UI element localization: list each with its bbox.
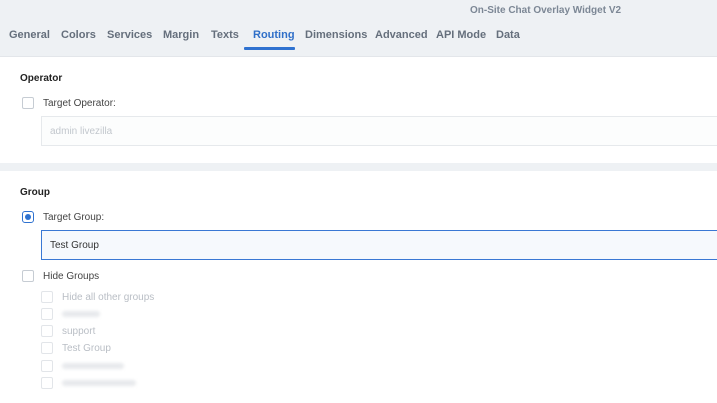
top-bar: On-Site Chat Overlay Widget V2 General C… [0,0,717,57]
group-option-row [41,308,100,320]
target-group-field[interactable]: Test Group [41,230,717,260]
tab-texts[interactable]: Texts [211,25,239,49]
target-operator-field[interactable]: admin livezilla [41,116,717,146]
section-separator [0,163,717,171]
active-tab-indicator [244,47,295,50]
redacted-group-label [62,363,124,369]
target-group-label: Target Group: [43,211,105,223]
hide-groups-row: Hide Groups [22,270,99,282]
group-option-checkbox[interactable] [41,308,53,320]
hide-groups-label: Hide Groups [43,270,100,282]
group-option-label: support [62,325,96,337]
checked-dot-icon [25,214,31,220]
hide-groups-checkbox[interactable] [22,270,34,282]
tab-advanced[interactable]: Advanced [375,25,428,49]
group-option-checkbox[interactable] [41,342,53,354]
tab-data[interactable]: Data [496,25,520,49]
tab-routing[interactable]: Routing [253,25,295,49]
group-option-checkbox[interactable] [41,325,53,337]
target-group-row: Target Group: [22,211,104,223]
group-option-label: Hide all other groups [62,291,155,303]
redacted-group-label [62,311,100,317]
redacted-group-label [62,380,136,386]
tab-general[interactable]: General [9,25,50,49]
group-option-row: Test Group [41,342,111,354]
group-option-label: Test Group [62,342,111,354]
group-option-row [41,360,124,372]
group-option-row: support [41,325,95,337]
group-section-title: Group [20,187,50,198]
operator-section-title: Operator [20,73,63,84]
target-operator-row: Target Operator: [22,97,116,109]
window-title: On-Site Chat Overlay Widget V2 [470,5,622,16]
tab-services[interactable]: Services [107,25,152,49]
group-option-checkbox[interactable] [41,291,53,303]
tab-margin[interactable]: Margin [163,25,199,49]
group-option-checkbox[interactable] [41,360,53,372]
group-option-row: Hide all other groups [41,291,154,303]
target-operator-label: Target Operator: [43,97,116,109]
tab-api-mode[interactable]: API Mode [436,25,486,49]
group-option-row [41,377,136,389]
target-operator-checkbox[interactable] [22,97,34,109]
tab-colors[interactable]: Colors [61,25,96,49]
target-group-checkbox[interactable] [22,211,34,223]
tab-dimensions[interactable]: Dimensions [305,25,367,49]
group-option-checkbox[interactable] [41,377,53,389]
